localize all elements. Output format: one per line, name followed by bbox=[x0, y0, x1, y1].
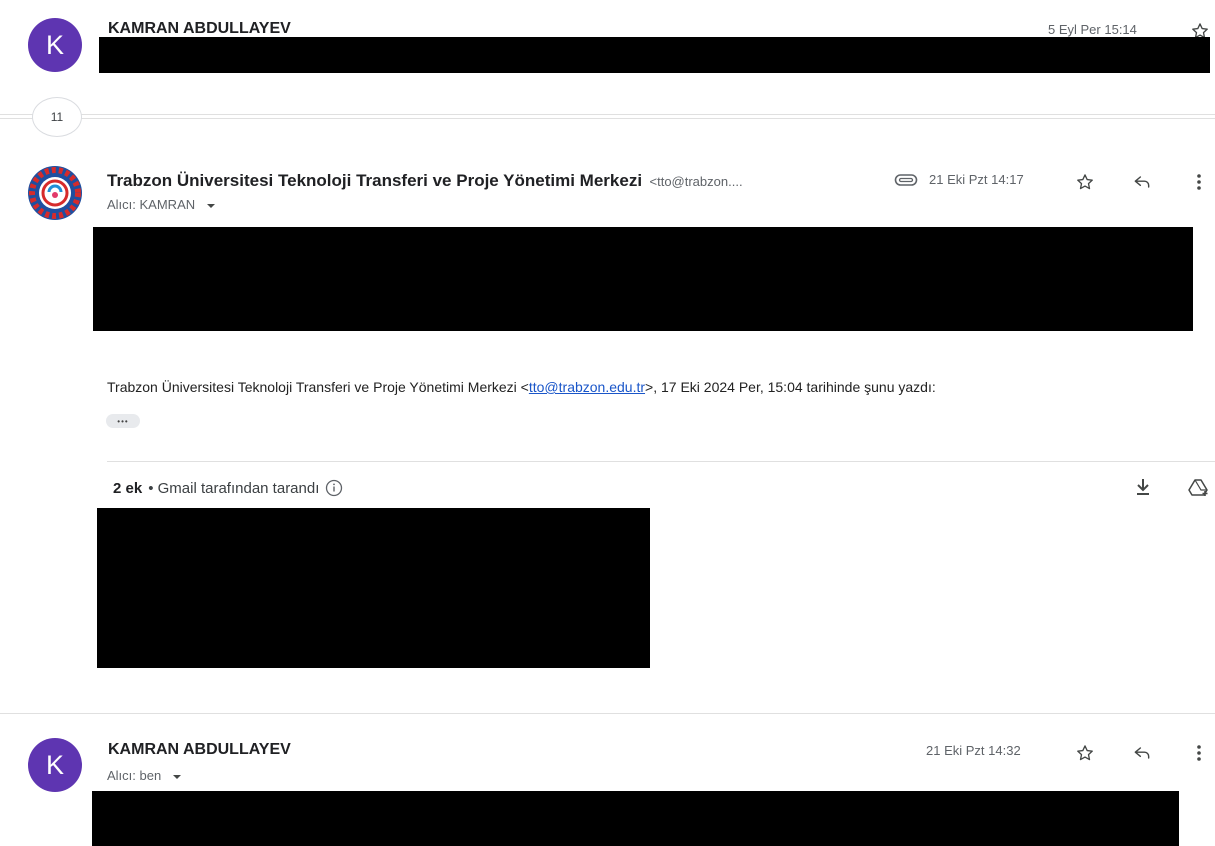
recipient-label: Alıcı: ben bbox=[107, 768, 162, 784]
attachment-icon bbox=[893, 170, 919, 190]
recipient-label: Alıcı: KAMRAN bbox=[107, 197, 196, 213]
avatar-letter: K bbox=[45, 749, 64, 780]
quote-prefix: Trabzon Üniversitesi Teknoloji Transferi… bbox=[107, 379, 529, 395]
sender-avatar[interactable]: K bbox=[28, 18, 82, 72]
redacted-body bbox=[93, 227, 1193, 331]
star-icon[interactable] bbox=[1071, 740, 1099, 766]
reply-icon[interactable] bbox=[1128, 169, 1156, 195]
message-date[interactable]: 21 Eki Pzt 14:32 bbox=[926, 743, 1021, 758]
collapsed-divider-bottom bbox=[0, 118, 1215, 119]
collapsed-count-button[interactable]: 11 bbox=[32, 97, 82, 137]
sender-line: Trabzon Üniversitesi Teknoloji Transferi… bbox=[107, 171, 743, 191]
reply-icon[interactable] bbox=[1128, 740, 1156, 766]
redacted-body bbox=[92, 791, 1179, 846]
sender-avatar[interactable]: K bbox=[28, 738, 82, 792]
more-options-icon[interactable] bbox=[1187, 740, 1211, 766]
chevron-down-icon[interactable] bbox=[206, 196, 216, 214]
collapsed-count: 11 bbox=[50, 110, 64, 124]
message-date[interactable]: 21 Eki Pzt 14:17 bbox=[929, 172, 1024, 187]
collapsed-divider-top bbox=[0, 114, 1215, 115]
info-icon[interactable] bbox=[325, 479, 343, 497]
message-divider bbox=[0, 713, 1215, 714]
sender-email: <tto@trabzon.... bbox=[649, 174, 743, 189]
quote-header: Trabzon Üniversitesi Teknoloji Transferi… bbox=[107, 379, 936, 395]
add-to-drive-icon[interactable] bbox=[1186, 475, 1212, 499]
scan-status: • Gmail tarafından tarandı bbox=[148, 479, 320, 497]
sender-name[interactable]: KAMRAN ABDULLAYEV bbox=[108, 20, 291, 38]
organization-logo[interactable] bbox=[26, 165, 84, 221]
download-all-icon[interactable] bbox=[1131, 475, 1155, 499]
star-icon[interactable] bbox=[1071, 169, 1099, 195]
attachment-count: 2 ek bbox=[113, 479, 143, 497]
ellipsis-label: ••• bbox=[117, 416, 129, 426]
avatar-letter: K bbox=[45, 29, 64, 60]
attachments-divider bbox=[107, 461, 1215, 462]
sender-name[interactable]: KAMRAN ABDULLAYEV bbox=[108, 741, 291, 759]
redacted-attachments bbox=[97, 508, 650, 668]
message-date[interactable]: 5 Eyl Per 15:14 bbox=[1048, 22, 1137, 37]
recipient-line[interactable]: Alıcı: ben bbox=[107, 767, 182, 785]
more-options-icon[interactable] bbox=[1187, 169, 1211, 195]
sender-name[interactable]: Trabzon Üniversitesi Teknoloji Transferi… bbox=[107, 171, 642, 190]
show-trimmed-content-button[interactable]: ••• bbox=[106, 414, 140, 428]
chevron-down-icon[interactable] bbox=[172, 767, 182, 785]
quote-email-link[interactable]: tto@trabzon.edu.tr bbox=[529, 379, 645, 395]
redacted-snippet bbox=[99, 37, 1210, 73]
quote-suffix: >, 17 Eki 2024 Per, 15:04 tarihinde şunu… bbox=[645, 379, 936, 395]
recipient-line[interactable]: Alıcı: KAMRAN bbox=[107, 196, 216, 214]
attachments-header: 2 ek • Gmail tarafından tarandı bbox=[113, 479, 343, 497]
